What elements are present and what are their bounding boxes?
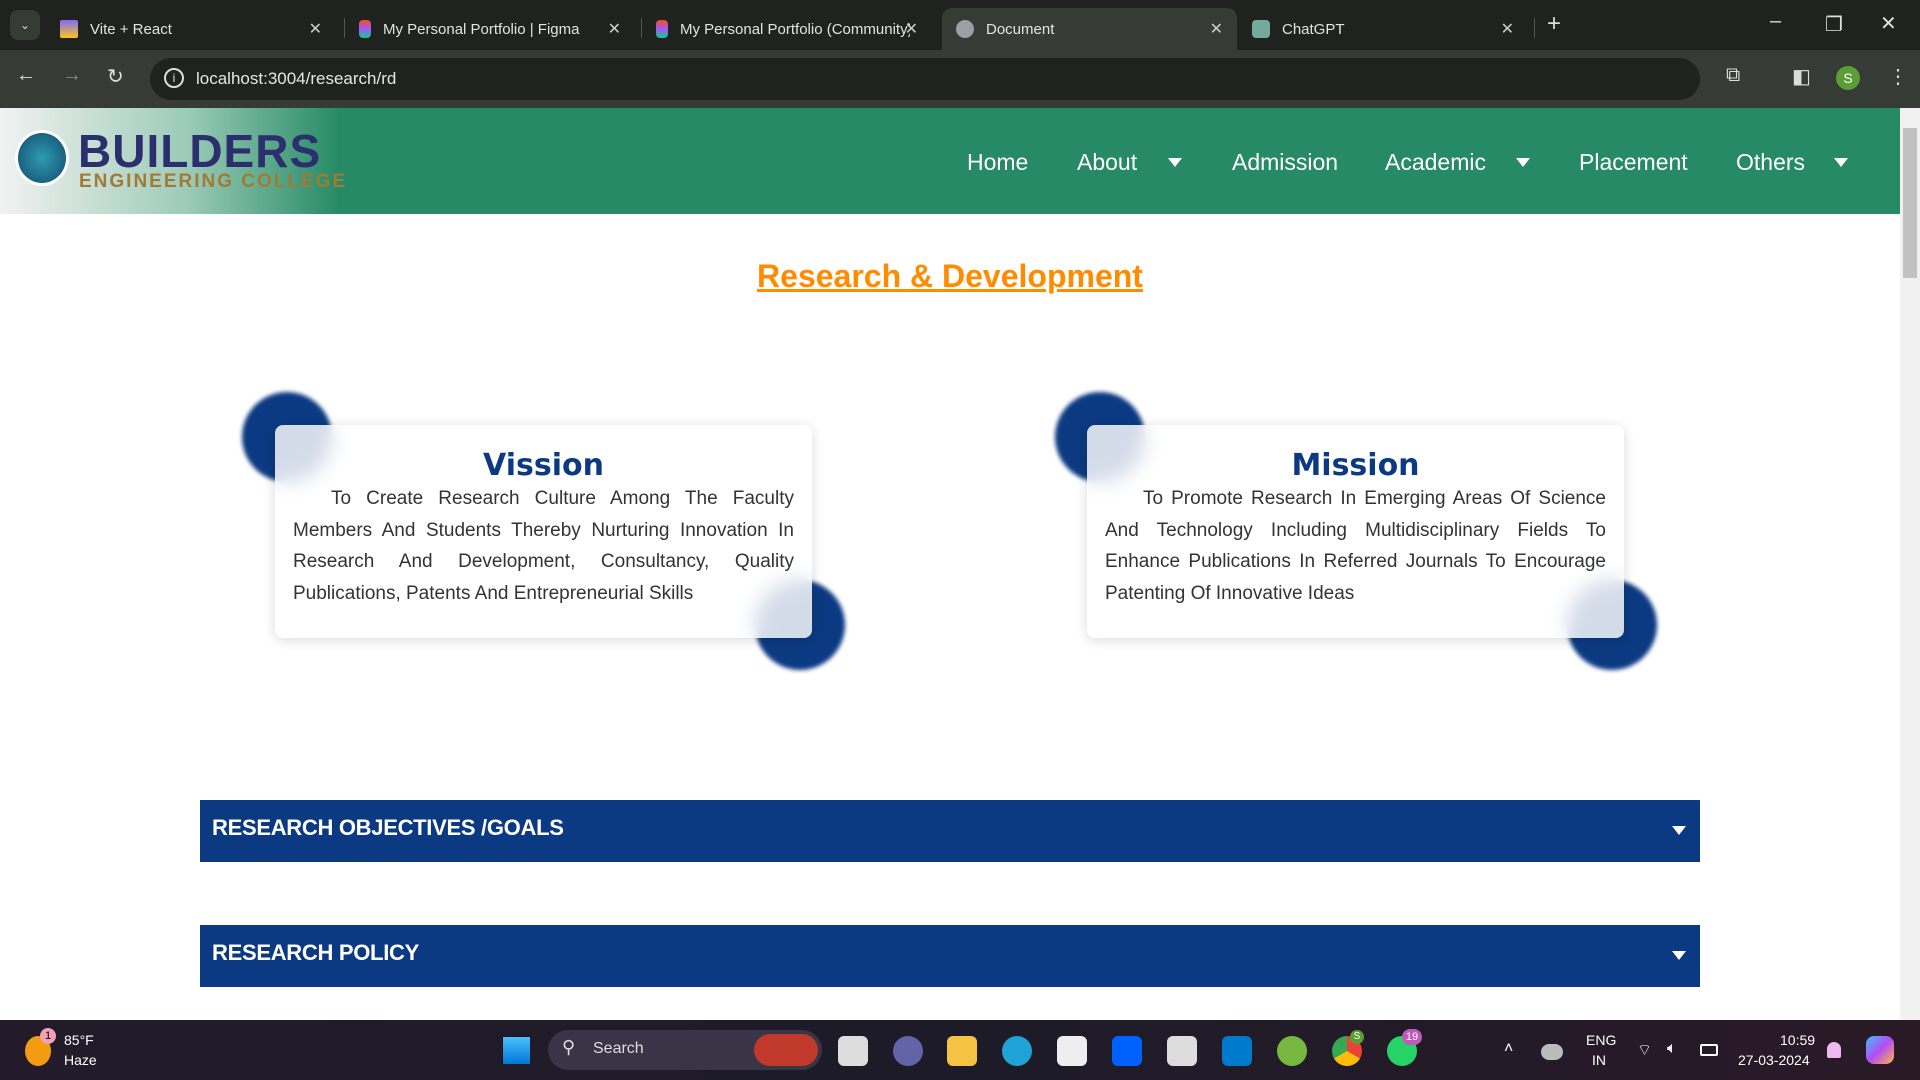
clock-time[interactable]: 10:59 [1780,1032,1815,1048]
new-tab-button[interactable]: + [1547,10,1561,38]
accordion-research-objectives[interactable]: RESEARCH OBJECTIVES /GOALS [200,800,1700,862]
scrollbar-thumb[interactable] [1903,128,1917,278]
mission-heading: Mission [1291,448,1420,483]
page-title: Research & Development [757,258,1143,294]
chrome-profile-badge: S [1350,1030,1364,1044]
copilot-icon[interactable] [1866,1036,1894,1064]
minimize-button[interactable]: – [1770,10,1781,33]
tab-figma-portfolio[interactable]: My Personal Portfolio | Figma ✕ [345,8,635,50]
onedrive-icon[interactable] [1541,1044,1563,1060]
restore-button[interactable]: ❐ [1825,12,1843,37]
wifi-icon[interactable]: ⌔ [1637,1040,1652,1060]
weather-temp[interactable]: 85°F [64,1032,94,1048]
microsoft-store-icon[interactable] [1057,1036,1087,1066]
reload-icon[interactable]: ↻ [107,64,124,89]
dropbox-icon[interactable] [1112,1036,1142,1066]
whatsapp-badge: 19 [1402,1029,1422,1045]
mission-text: To Promote Research In Emerging Areas Of… [1105,488,1606,604]
close-tab-icon[interactable]: ✕ [905,19,918,39]
amazon-icon[interactable] [1167,1036,1197,1066]
tab-search-button[interactable]: ⌄ [10,10,40,40]
vision-text: To Create Research Culture Among The Fac… [293,488,794,604]
close-tab-icon[interactable]: ✕ [1210,19,1223,39]
nav-about[interactable]: About [1077,149,1137,176]
weather-desc: Haze [64,1052,97,1068]
close-tab-icon[interactable]: ✕ [1501,19,1514,39]
vite-icon [60,20,78,38]
tab-chatgpt[interactable]: ChatGPT ✕ [1238,8,1528,50]
nav-admission[interactable]: Admission [1232,149,1338,176]
taskbar-search[interactable]: ⚲ Search [548,1030,822,1070]
search-highlight-image [754,1034,818,1066]
others-dropdown-icon[interactable] [1834,158,1848,167]
tab-document[interactable]: Document ✕ [942,8,1237,50]
windows-start-icon[interactable] [502,1036,530,1064]
figma-icon [656,20,668,38]
utorrent-icon[interactable] [1277,1036,1307,1066]
vscode-icon[interactable] [1222,1036,1252,1066]
close-tab-icon[interactable]: ✕ [608,19,621,39]
brand-subtitle: ENGINEERING COLLEGE [79,171,348,192]
figma-icon [359,20,371,38]
about-dropdown-icon[interactable] [1168,158,1182,167]
site-info-icon[interactable]: i [164,68,184,88]
weather-badge: 1 [40,1028,56,1044]
side-panel-icon[interactable]: ◧ [1792,64,1811,89]
language-indicator[interactable]: ENG [1586,1032,1616,1048]
volume-icon[interactable]: 🔈︎ [1667,1040,1677,1058]
nav-placement[interactable]: Placement [1579,149,1688,176]
accordion-research-policy[interactable]: RESEARCH POLICY [200,925,1700,987]
url-input[interactable]: i localhost:3004/research/rd [150,58,1700,100]
globe-icon [956,20,974,38]
edge-icon[interactable] [1002,1036,1032,1066]
battery-icon[interactable] [1700,1044,1718,1056]
task-view-icon[interactable] [838,1036,868,1066]
teams-icon[interactable] [893,1036,923,1066]
search-icon: ⚲ [562,1037,576,1057]
chevron-down-icon [1672,826,1686,835]
chevron-down-icon [1672,951,1686,960]
forward-icon[interactable]: → [62,64,82,87]
file-explorer-icon[interactable] [947,1036,977,1066]
close-window-button[interactable]: ✕ [1880,11,1897,36]
menu-kebab-icon[interactable]: ⋮ [1888,64,1908,89]
close-tab-icon[interactable]: ✕ [309,19,322,39]
nav-academic[interactable]: Academic [1385,149,1486,176]
nav-home[interactable]: Home [967,149,1028,176]
back-icon[interactable]: ← [16,64,36,87]
academic-dropdown-icon[interactable] [1516,158,1530,167]
show-hidden-icons[interactable]: ˄ [1504,1040,1513,1058]
college-seal-logo [15,130,69,186]
region-indicator: IN [1592,1052,1606,1068]
tab-figma-community[interactable]: My Personal Portfolio (Community) ✕ [642,8,932,50]
browser-tab-bar: ⌄ Vite + React ✕ My Personal Portfolio | … [0,0,1920,50]
chatgpt-icon [1252,20,1270,38]
vision-card: Vission To Create Research Culture Among… [275,425,812,638]
brand-name: BUILDERS [78,125,322,177]
vision-heading: Vission [483,448,604,483]
clock-date[interactable]: 27-03-2024 [1738,1052,1810,1068]
notification-bell-icon[interactable] [1827,1042,1841,1058]
extensions-icon[interactable]: ⧉ [1726,64,1740,87]
profile-avatar[interactable]: S [1836,66,1860,90]
mission-card: Mission To Promote Research In Emerging … [1087,425,1624,638]
tab-vite-react[interactable]: Vite + React ✕ [46,8,336,50]
nav-others[interactable]: Others [1736,149,1805,176]
